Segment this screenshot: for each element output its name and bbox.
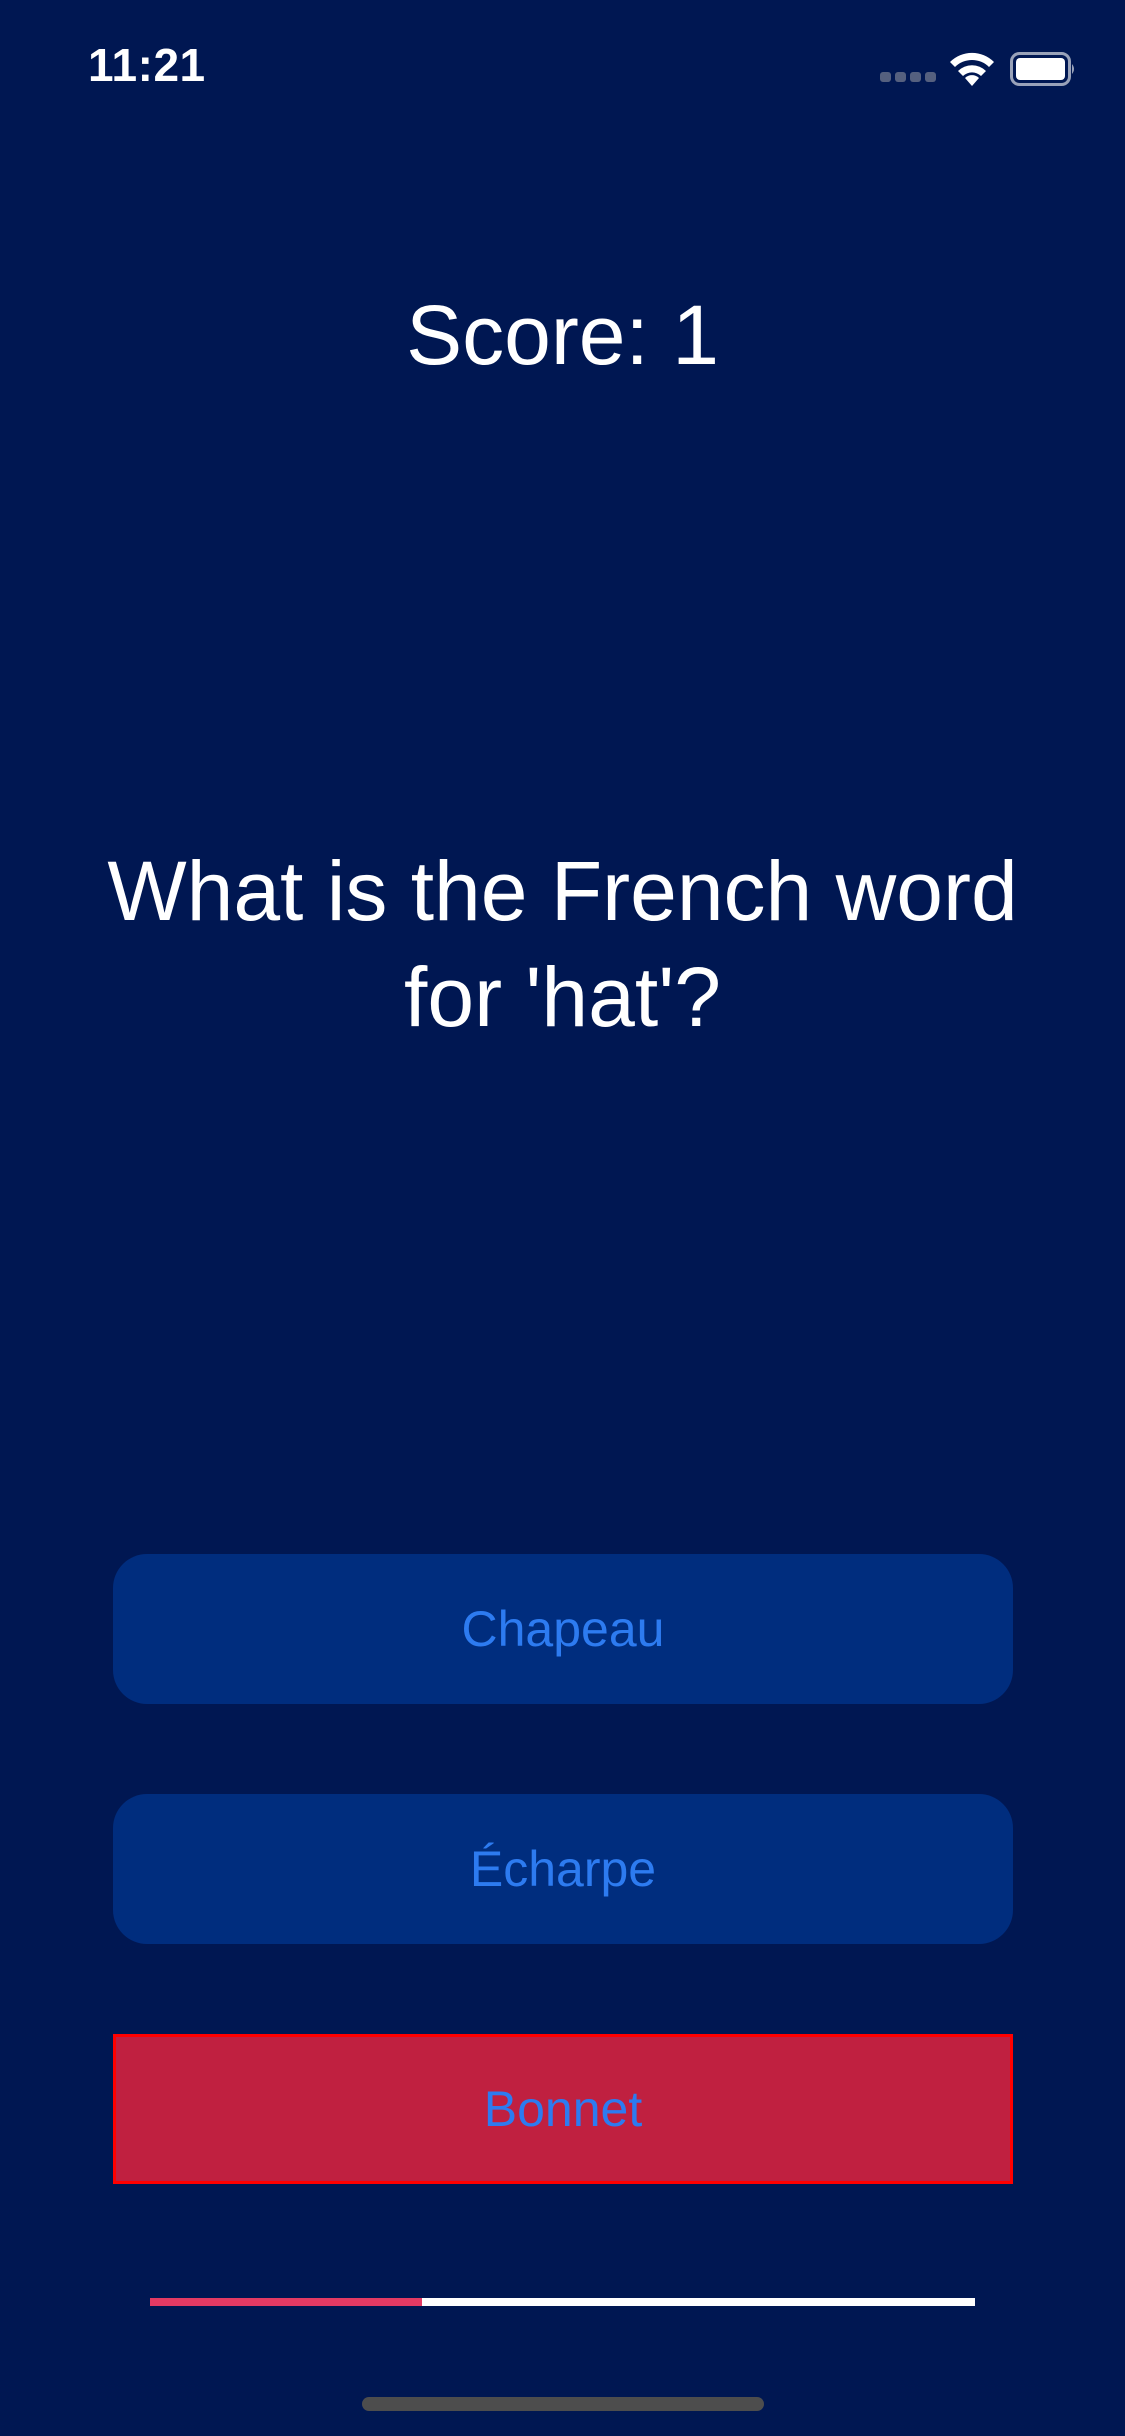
answer-button-echarpe[interactable]: Écharpe: [113, 1794, 1013, 1944]
status-bar: 11:21: [0, 0, 1125, 132]
status-time: 11:21: [88, 39, 206, 91]
answer-button-bonnet[interactable]: Bonnet: [113, 2034, 1013, 2184]
progress-bar: [150, 2298, 975, 2306]
home-indicator[interactable]: [362, 2397, 764, 2411]
answer-button-chapeau[interactable]: Chapeau: [113, 1554, 1013, 1704]
battery-icon: [1010, 52, 1074, 86]
signal-icon: [880, 72, 936, 84]
wifi-icon: [950, 52, 994, 86]
score-label: Score: 1: [406, 288, 719, 382]
progress-bar-fill: [150, 2298, 423, 2306]
question-text: What is the French word for 'hat'?: [107, 844, 1018, 1044]
